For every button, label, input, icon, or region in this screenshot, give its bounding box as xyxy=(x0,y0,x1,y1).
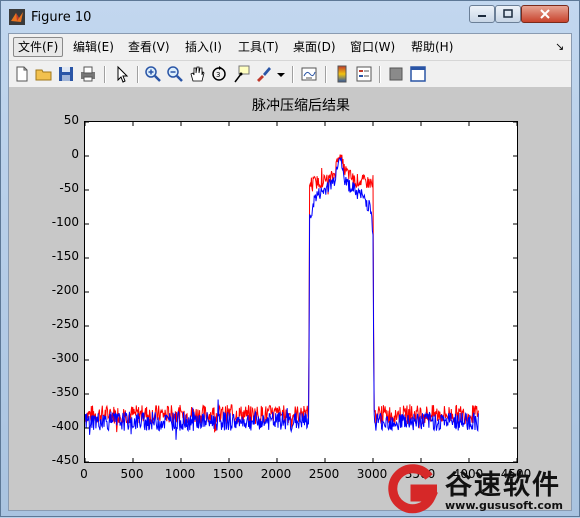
y-tick-label: -200 xyxy=(51,283,79,297)
y-tick-label: -350 xyxy=(51,385,79,399)
title-bar[interactable]: Figure 10 xyxy=(1,1,579,33)
hide-plot-tools-icon[interactable] xyxy=(386,64,406,84)
data-cursor-icon[interactable] xyxy=(231,64,251,84)
y-tick-label: -400 xyxy=(51,419,79,433)
x-tick-label: 0 xyxy=(80,467,88,481)
zoom-in-icon[interactable] xyxy=(143,64,163,84)
menu-bar: 文件(F) 编辑(E) 查看(V) 插入(I) 工具(T) 桌面(D) 窗口(W… xyxy=(9,34,571,60)
minimize-button[interactable] xyxy=(469,5,495,23)
zoom-out-icon[interactable] xyxy=(165,64,185,84)
x-tick-label: 2500 xyxy=(308,467,340,481)
y-tick-label: -150 xyxy=(51,249,79,263)
x-tick-label: 1500 xyxy=(212,467,244,481)
y-tick-label: -300 xyxy=(51,351,79,365)
dock-arrow-icon[interactable]: ↘ xyxy=(551,38,568,56)
close-icon xyxy=(540,9,550,19)
plot-area: 脉冲压缩后结果 50 0 -50 -100 -150 -200 -250 -300 -350 -4… xyxy=(9,87,571,510)
minimize-icon xyxy=(478,15,486,17)
select-arrow-icon[interactable] xyxy=(112,64,132,84)
menu-help[interactable]: 帮助(H) xyxy=(407,38,457,56)
brush-dropdown-icon[interactable] xyxy=(275,64,287,84)
figure-toolbar: 3 xyxy=(9,60,571,88)
x-tick-label: 500 xyxy=(120,467,144,481)
x-tick-label: 1000 xyxy=(164,467,196,481)
menu-window[interactable]: 窗口(W) xyxy=(346,38,399,56)
matlab-logo-icon xyxy=(9,9,25,25)
y-tick-label: 50 xyxy=(63,113,79,127)
watermark-name: 谷速软件 xyxy=(445,470,561,501)
axes-box[interactable] xyxy=(84,121,518,463)
svg-text:3: 3 xyxy=(216,71,220,79)
print-icon[interactable] xyxy=(78,64,98,84)
menu-insert[interactable]: 插入(I) xyxy=(181,38,226,56)
link-plot-icon[interactable] xyxy=(299,64,319,84)
series-line-1 xyxy=(85,154,479,433)
gususoft-logo-icon xyxy=(388,464,439,514)
new-figure-icon[interactable] xyxy=(12,64,32,84)
series-line-2 xyxy=(85,157,479,440)
close-button[interactable] xyxy=(521,5,569,23)
watermark-logo: 谷速软件 www.gususoft.com xyxy=(385,461,580,518)
chart-svg xyxy=(85,122,517,462)
menu-file[interactable]: 文件(F) xyxy=(13,37,64,57)
y-tick-label: -450 xyxy=(51,453,79,467)
menu-view[interactable]: 查看(V) xyxy=(124,38,174,56)
chart-title: 脉冲压缩后结果 xyxy=(252,98,350,114)
save-icon[interactable] xyxy=(56,64,76,84)
figure-window: Figure 10 文件(F) 编辑(E) 查看(V) 插入(I) 工具(T) … xyxy=(0,0,580,517)
show-plot-tools-icon[interactable] xyxy=(408,64,428,84)
menu-tools[interactable]: 工具(T) xyxy=(234,38,283,56)
watermark-url: www.gususoft.com xyxy=(445,499,563,512)
pan-hand-icon[interactable] xyxy=(187,64,207,84)
menu-edit[interactable]: 编辑(E) xyxy=(69,38,118,56)
maximize-button[interactable] xyxy=(495,5,521,23)
x-tick-label: 2000 xyxy=(260,467,292,481)
y-tick-label: -50 xyxy=(59,181,79,195)
brush-icon[interactable] xyxy=(253,64,273,84)
maximize-icon xyxy=(503,9,513,18)
menu-desktop[interactable]: 桌面(D) xyxy=(289,38,340,56)
y-tick-label: 0 xyxy=(71,147,79,161)
y-tick-label: -100 xyxy=(51,215,79,229)
colorbar-icon[interactable] xyxy=(332,64,352,84)
figure-client: 文件(F) 编辑(E) 查看(V) 插入(I) 工具(T) 桌面(D) 窗口(W… xyxy=(8,33,572,511)
y-tick-label: -250 xyxy=(51,317,79,331)
legend-icon[interactable] xyxy=(354,64,374,84)
open-file-icon[interactable] xyxy=(34,64,54,84)
window-title: Figure 10 xyxy=(31,10,92,25)
rotate-3d-icon[interactable]: 3 xyxy=(209,64,229,84)
